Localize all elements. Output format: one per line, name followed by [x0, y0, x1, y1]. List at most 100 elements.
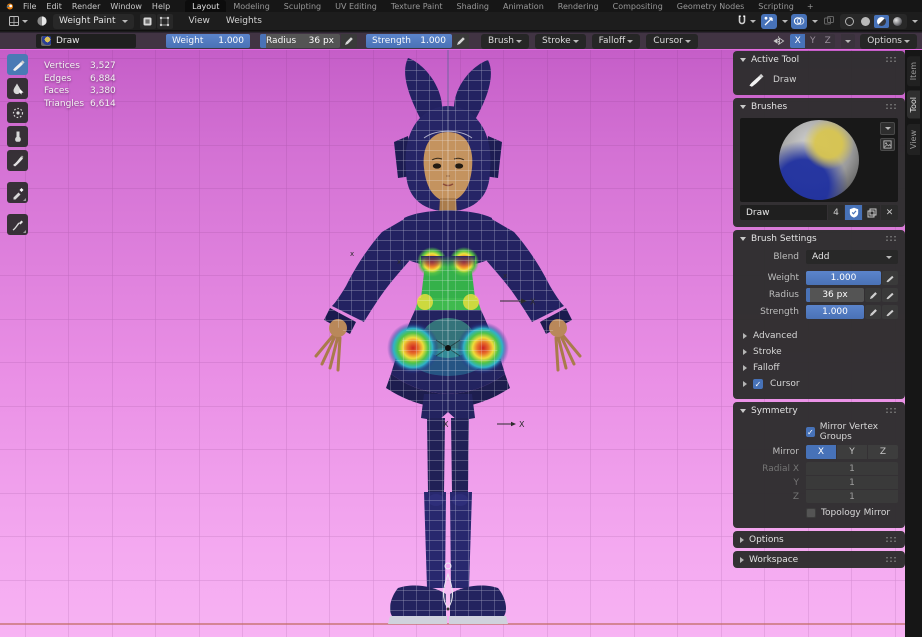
workspace-tab-modeling[interactable]: Modeling [226, 0, 276, 12]
menu-view[interactable]: View [181, 16, 218, 26]
strength-pressure-toggle[interactable] [865, 305, 881, 319]
panel-brush-settings-header[interactable]: Brush Settings [733, 230, 905, 247]
tool-button-gradient[interactable] [7, 150, 28, 171]
workspace-tab-scripting[interactable]: Scripting [751, 0, 801, 12]
falloff-popover[interactable]: Falloff [592, 34, 641, 49]
sidebar-tab-tool[interactable]: Tool [907, 91, 920, 119]
menu-render[interactable]: Render [67, 0, 105, 12]
options-popover[interactable]: Options [860, 34, 917, 49]
tool-button-average[interactable] [7, 102, 28, 123]
shading-rendered-button[interactable] [890, 15, 905, 28]
subpanel-advanced[interactable]: Advanced [740, 328, 898, 344]
workspace-tab-sculpting[interactable]: Sculpting [277, 0, 328, 12]
mirror-options-button[interactable] [841, 34, 855, 48]
strength-slider-panel[interactable]: 1.000 [806, 305, 864, 319]
panel-active-tool-header[interactable]: Active Tool [733, 51, 905, 68]
duplicate-brush-button[interactable] [863, 205, 880, 220]
radius-pressure-toggle[interactable] [865, 288, 881, 302]
brush-preview[interactable] [740, 118, 898, 202]
snap-button[interactable] [734, 14, 758, 29]
vertex-mask-toggle[interactable] [157, 14, 173, 29]
fake-user-button[interactable] [845, 205, 862, 220]
topology-mirror-checkbox[interactable] [806, 508, 816, 518]
radial-y-field[interactable]: 1 [806, 476, 898, 489]
brush-icon-button[interactable] [880, 138, 895, 151]
add-workspace-button[interactable]: + [801, 0, 820, 12]
cursor-popover[interactable]: Cursor [646, 34, 698, 49]
subpanel-cursor[interactable]: ✓ Cursor [740, 376, 898, 392]
workspace-tab-shading[interactable]: Shading [449, 0, 496, 12]
panel-grip-icon[interactable] [885, 235, 898, 242]
panel-grip-icon[interactable] [885, 407, 898, 414]
panel-grip-icon[interactable] [885, 536, 898, 543]
subpanel-stroke[interactable]: Stroke [740, 344, 898, 360]
mirror-y-button[interactable]: Y [805, 34, 820, 48]
shading-solid-button[interactable] [858, 15, 873, 28]
overlays-toggle[interactable] [791, 14, 807, 29]
mirror-z-button[interactable]: Z [820, 34, 835, 48]
symmetry-x-button[interactable]: X [806, 445, 836, 459]
menu-window[interactable]: Window [105, 0, 147, 12]
workspace-tab-texture-paint[interactable]: Texture Paint [384, 0, 450, 12]
menu-weights[interactable]: Weights [218, 16, 270, 26]
menu-edit[interactable]: Edit [41, 0, 67, 12]
weight-slider-panel[interactable]: 1.000 [806, 271, 881, 285]
radius-pressure-button[interactable] [341, 34, 357, 48]
brush-name-field[interactable]: Draw [740, 205, 827, 220]
tool-button-blur[interactable] [7, 78, 28, 99]
unified-radius-toggle[interactable] [882, 288, 898, 302]
panel-grip-icon[interactable] [885, 556, 898, 563]
menu-file[interactable]: File [18, 0, 41, 12]
viewport-3d[interactable]: x x x X X X [0, 49, 922, 637]
weight-slider[interactable]: Weight 1.000 [166, 34, 250, 48]
brush-select-dropdown[interactable] [880, 122, 895, 135]
panel-symmetry-header[interactable]: Symmetry [733, 402, 905, 419]
workspace-tab-animation[interactable]: Animation [496, 0, 551, 12]
unified-strength-toggle[interactable] [882, 305, 898, 319]
mirror-x-button[interactable]: X [790, 34, 805, 48]
mirror-vertex-groups-checkbox[interactable]: ✓ [806, 427, 815, 437]
radius-slider[interactable]: Radius 36 px [260, 34, 340, 48]
workspace-tab-geometry-nodes[interactable]: Geometry Nodes [670, 0, 751, 12]
editor-type-button[interactable] [6, 14, 30, 29]
active-tool-field[interactable]: Draw [36, 34, 136, 48]
tool-button-annotate[interactable] [7, 214, 28, 235]
workspace-tab-uv-editing[interactable]: UV Editing [328, 0, 384, 12]
stroke-popover[interactable]: Stroke [535, 34, 586, 49]
panel-grip-icon[interactable] [885, 103, 898, 110]
sidebar-tab-item[interactable]: Item [907, 56, 920, 86]
cursor-checkbox[interactable]: ✓ [753, 379, 763, 389]
strength-pressure-button[interactable] [453, 34, 469, 48]
panel-workspace-header[interactable]: Workspace [733, 551, 905, 568]
strength-slider[interactable]: Strength 1.000 [366, 34, 452, 48]
tool-button-draw[interactable] [7, 54, 28, 75]
radial-x-field[interactable]: 1 [806, 462, 898, 475]
workspace-tab-compositing[interactable]: Compositing [606, 0, 670, 12]
face-mask-toggle[interactable] [140, 14, 156, 29]
panel-options-header[interactable]: Options [733, 531, 905, 548]
symmetry-y-button[interactable]: Y [837, 445, 867, 459]
shading-material-button[interactable] [874, 15, 889, 28]
tool-button-sample-weight[interactable] [7, 182, 28, 203]
brush-popover[interactable]: Brush [481, 34, 529, 49]
radius-slider-panel[interactable]: 36 px [806, 288, 864, 302]
xray-toggle[interactable] [821, 14, 837, 29]
gizmos-toggle[interactable] [761, 14, 777, 29]
workspace-tab-layout[interactable]: Layout [185, 0, 226, 12]
unified-weight-toggle[interactable] [882, 271, 898, 285]
workspace-tab-rendering[interactable]: Rendering [551, 0, 606, 12]
sidebar-tab-view[interactable]: View [907, 124, 920, 155]
mode-selector[interactable]: Weight Paint [53, 14, 134, 29]
brush-users-count[interactable]: 4 [828, 205, 844, 220]
panel-grip-icon[interactable] [885, 56, 898, 63]
radial-z-field[interactable]: 1 [806, 490, 898, 503]
blender-logo-icon[interactable] [0, 0, 18, 12]
panel-brushes-header[interactable]: Brushes [733, 98, 905, 115]
tool-button-smear[interactable] [7, 126, 28, 147]
subpanel-falloff[interactable]: Falloff [740, 360, 898, 376]
symmetry-z-button[interactable]: Z [868, 445, 898, 459]
unlink-brush-button[interactable]: ✕ [881, 205, 898, 220]
shading-wireframe-button[interactable] [842, 15, 857, 28]
blend-mode-dropdown[interactable]: Add [806, 250, 898, 264]
menu-help[interactable]: Help [147, 0, 175, 12]
